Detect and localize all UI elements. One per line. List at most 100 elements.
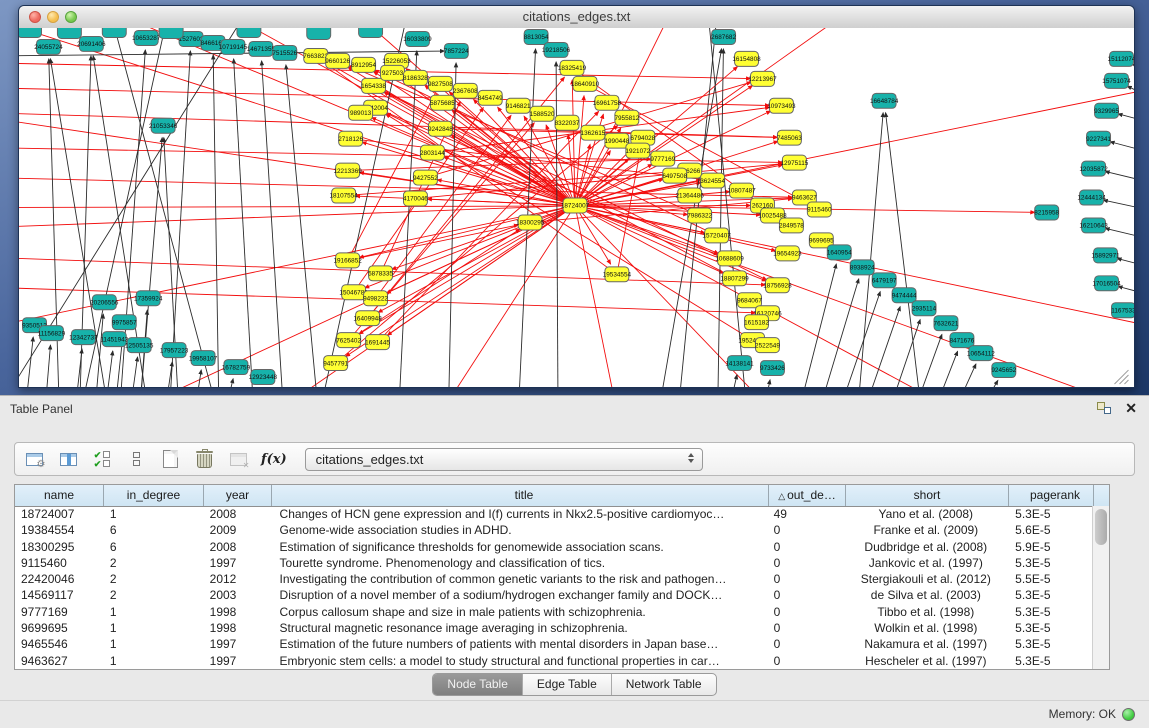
table-cell[interactable]: Nakamura et al. (1997) (844, 636, 1007, 652)
table-cell[interactable]: Genome-wide association studies in ADHD. (272, 522, 768, 538)
graph-node[interactable]: 24055724 (34, 39, 63, 54)
graph-node[interactable]: 12213967 (748, 71, 777, 86)
graph-edge[interactable] (977, 380, 998, 388)
graph-node[interactable]: 17016504 (1092, 276, 1121, 291)
graph-node[interactable]: 8938924 (850, 260, 875, 275)
table-row[interactable]: 1872400712008Changes of HCN gene express… (15, 506, 1092, 522)
table-select[interactable]: citations_edges.txt (305, 448, 703, 471)
graph-edge[interactable] (575, 206, 1134, 388)
graph-edge[interactable] (19, 113, 777, 138)
table-cell[interactable]: 5.9E-5 (1007, 539, 1092, 555)
graph-node[interactable]: 16782759 (222, 360, 251, 375)
table-cell[interactable]: Tibbo et al. (1998) (844, 604, 1007, 620)
graph-node[interactable]: 10973493 (767, 98, 796, 113)
graph-edge[interactable] (44, 345, 50, 388)
graph-edge[interactable] (862, 307, 900, 388)
graph-edge[interactable] (575, 206, 618, 388)
graph-edge[interactable] (837, 292, 880, 388)
table-cell[interactable]: 1998 (204, 620, 272, 636)
graph-node[interactable]: 3624554 (700, 173, 725, 188)
graph-node[interactable]: 1640954 (827, 245, 852, 260)
row-height-button[interactable] (121, 445, 151, 473)
table-cell[interactable]: 1997 (204, 555, 272, 571)
graph-edge[interactable] (213, 55, 219, 388)
graph-node[interactable]: 8912954 (351, 57, 376, 72)
graph-node[interactable]: 16033809 (403, 31, 432, 46)
graph-node[interactable]: 2522549 (755, 338, 780, 353)
table-cell[interactable]: 1997 (204, 653, 272, 669)
graph-node[interactable]: 6479197 (872, 273, 897, 288)
table-cell[interactable]: Structural magnetic resonance image aver… (272, 620, 768, 636)
create-column-button[interactable] (155, 445, 185, 473)
table-cell[interactable]: 0 (768, 555, 845, 571)
graph-edge[interactable] (932, 351, 958, 388)
graph-node[interactable]: 9115460 (807, 202, 832, 217)
table-cell[interactable]: 18300295 (15, 539, 104, 555)
graph-node[interactable]: 19654923 (773, 246, 802, 261)
table-row[interactable]: 969969511998Structural magnetic resonanc… (15, 620, 1092, 636)
delete-column-button[interactable] (189, 445, 219, 473)
graph-node[interactable]: 9733426 (760, 361, 785, 376)
graph-node[interactable]: 9329965 (1094, 103, 1119, 118)
graph-edge[interactable] (1117, 258, 1134, 267)
vertical-scrollbar[interactable] (1092, 506, 1109, 669)
graph-edge[interactable] (104, 351, 112, 388)
graph-node[interactable]: 6497508 (662, 168, 687, 183)
graph-node[interactable]: 11156829 (38, 326, 66, 341)
graph-edge[interactable] (378, 206, 575, 313)
graph-node[interactable]: 12975115 (780, 155, 808, 170)
table-cell[interactable]: 1998 (204, 604, 272, 620)
graph-edge[interactable] (169, 51, 190, 388)
table-cell[interactable]: 9465546 (15, 636, 104, 652)
table-cell[interactable]: 14569117 (15, 587, 104, 603)
graph-node[interactable]: 12035872 (1079, 161, 1108, 176)
graph-node[interactable]: 1167533 (1111, 303, 1134, 318)
column-header-short[interactable]: short (846, 485, 1009, 506)
graph-edge[interactable] (762, 380, 770, 388)
graph-node[interactable]: 10653287 (132, 30, 161, 45)
graph-node[interactable]: 15892971 (1091, 248, 1120, 263)
table-cell[interactable]: 5.3E-5 (1007, 620, 1092, 636)
table-row[interactable]: 1830029562008Estimation of significance … (15, 539, 1092, 555)
graph-node[interactable] (359, 28, 383, 37)
graph-node[interactable]: 1615182 (744, 315, 769, 330)
graph-node[interactable]: 2849578 (779, 218, 804, 233)
graph-node[interactable]: 18640910 (571, 76, 600, 91)
table-row[interactable]: 2242004622012Investigating the contribut… (15, 571, 1092, 587)
graph-node[interactable]: 7955812 (614, 110, 639, 125)
graph-node[interactable]: 7986322 (687, 208, 712, 223)
table-cell[interactable]: 0 (768, 604, 845, 620)
window-titlebar[interactable]: citations_edges.txt (19, 6, 1134, 29)
table-cell[interactable]: 18724007 (15, 506, 104, 522)
delete-table-button[interactable]: ✕ (223, 445, 253, 473)
table-cell[interactable]: 2009 (204, 522, 272, 538)
graph-node[interactable]: 1362615 (581, 125, 606, 140)
table-cell[interactable]: 5.3E-5 (1007, 506, 1092, 522)
graph-node[interactable]: 2803144 (420, 145, 445, 160)
table-cell[interactable]: Estimation of the future numbers of pati… (272, 636, 768, 652)
graph-node[interactable]: 9245652 (991, 363, 1016, 378)
graph-node[interactable]: 16210643 (1079, 218, 1108, 233)
graph-node[interactable]: 9242848 (428, 121, 453, 136)
graph-node[interactable] (159, 28, 183, 38)
graph-node[interactable]: 989013 (349, 105, 373, 120)
table-cell[interactable]: 1 (104, 653, 204, 669)
float-window-icon[interactable] (1097, 402, 1111, 414)
table-cell[interactable]: Estimation of significance thresholds fo… (272, 539, 768, 555)
graph-node[interactable]: 19166852 (333, 253, 362, 268)
graph-node[interactable]: 9498222 (363, 291, 388, 306)
table-row[interactable]: 977716911998Corpus callosum shape and si… (15, 604, 1092, 620)
table-cell[interactable]: Stergiakouli et al. (2012) (844, 571, 1007, 587)
table-cell[interactable]: 0 (768, 653, 845, 669)
graph-edge[interactable] (886, 113, 922, 388)
table-cell[interactable]: 5.5E-5 (1007, 571, 1092, 587)
column-header-pagerank[interactable]: pagerank (1009, 485, 1094, 506)
graph-node[interactable]: 5878335 (368, 266, 393, 281)
graph-node[interactable]: 927503 (381, 65, 405, 80)
table-cell[interactable]: 5.3E-5 (1007, 587, 1092, 603)
graph-node[interactable]: 2718126 (338, 131, 363, 146)
graph-node[interactable]: 18325419 (558, 60, 587, 75)
graph-edge[interactable] (344, 171, 678, 195)
network-svg[interactable]: 7663822966012689129541654338234200498901… (19, 28, 1134, 388)
graph-node[interactable]: 19218506 (542, 42, 571, 57)
